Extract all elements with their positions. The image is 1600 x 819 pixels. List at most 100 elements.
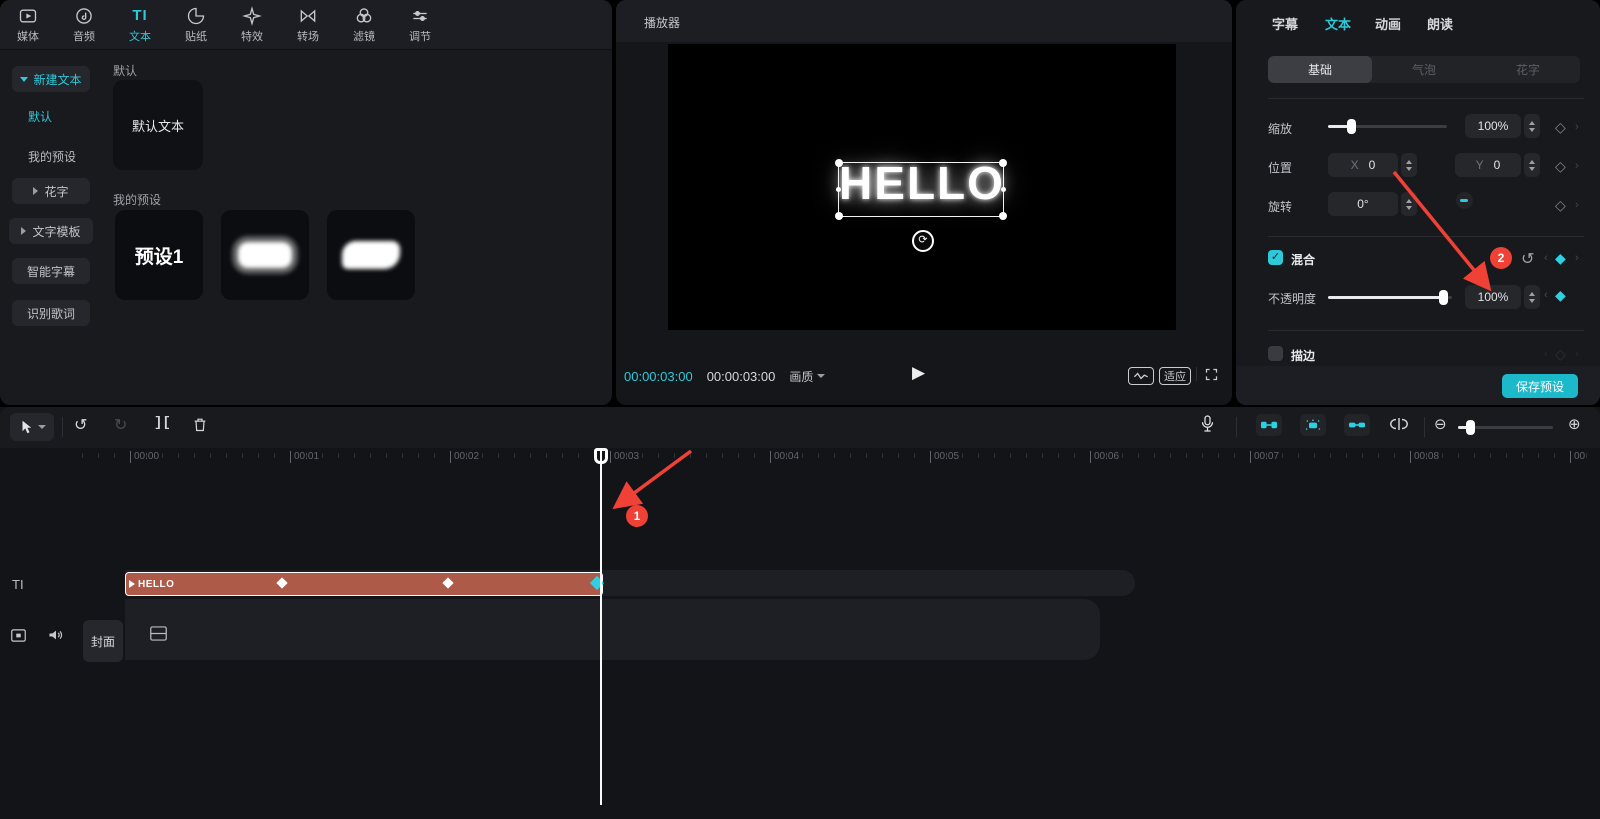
split-icon[interactable]: ][ — [154, 415, 171, 431]
toolbar-sticker[interactable]: 贴纸 — [168, 6, 224, 44]
zoom-out-icon[interactable]: ⊖ — [1434, 415, 1447, 433]
scale-stepper[interactable] — [1524, 114, 1540, 138]
chevron-right-icon — [21, 227, 26, 235]
step-up-icon — [1529, 292, 1535, 296]
fullscreen-icon[interactable] — [1204, 367, 1219, 382]
tab-text[interactable]: 文本 — [1325, 14, 1351, 33]
rotation-keyframe-icon[interactable]: ◇ — [1555, 197, 1566, 214]
undo-icon[interactable]: ↺ — [74, 415, 87, 435]
text-clip-hello[interactable]: HELLO — [125, 572, 603, 596]
scale-value-field[interactable]: 100% — [1465, 114, 1521, 138]
playhead-handle[interactable] — [594, 448, 608, 464]
main-track-magnet-button[interactable] — [1256, 414, 1282, 436]
annotation-badge-2: 2 — [1490, 247, 1512, 269]
player-controls: 00:00:03:00 00:00:03:00 画质 ▶ 适应 — [616, 355, 1232, 397]
default-text-card[interactable]: 默认文本 — [113, 80, 203, 170]
opacity-slider[interactable] — [1328, 296, 1452, 299]
selection-handle[interactable] — [1001, 187, 1006, 192]
zoom-in-icon[interactable]: ⊕ — [1568, 415, 1581, 433]
fit-button[interactable]: 适应 — [1159, 367, 1191, 385]
position-y-stepper[interactable] — [1524, 153, 1540, 177]
preset-card-1[interactable]: 预设1 — [115, 210, 203, 300]
play-button[interactable]: ▶ — [912, 363, 925, 383]
toolbar-audio[interactable]: 音频 — [56, 6, 112, 44]
subtab-control: 基础 气泡 花字 — [1268, 56, 1580, 83]
quality-dropdown[interactable]: 画质 — [789, 368, 825, 385]
slider-thumb[interactable] — [1466, 420, 1475, 435]
position-x-stepper[interactable] — [1401, 153, 1417, 177]
sidebar-item-my-presets[interactable]: 我的预设 — [28, 148, 76, 165]
blend-keyframe-icon[interactable]: ◆ — [1555, 250, 1566, 267]
divider — [62, 417, 63, 437]
toolbar-filter[interactable]: 滤镜 — [336, 6, 392, 44]
tab-subtitle[interactable]: 字幕 — [1272, 14, 1298, 33]
ruler-label: 00 — [1570, 451, 1585, 463]
sidebar-item-recognize-lyrics[interactable]: 识别歌词 — [12, 300, 90, 326]
rotation-value-field[interactable]: 0° — [1328, 192, 1398, 216]
selection-handle[interactable] — [999, 159, 1007, 167]
position-x-field[interactable]: X 0 — [1328, 153, 1398, 177]
preset-card-2[interactable] — [221, 210, 309, 300]
selection-box[interactable] — [838, 162, 1004, 217]
sidebar-item-smart-subtitles[interactable]: 智能字幕 — [12, 258, 90, 284]
track-display-toggle-icon[interactable] — [11, 629, 26, 642]
tab-animation[interactable]: 动画 — [1375, 14, 1401, 33]
microphone-icon[interactable] — [1200, 414, 1215, 433]
slider-thumb[interactable] — [1347, 119, 1356, 134]
rotate-handle-icon[interactable]: ⟳ — [912, 230, 934, 252]
timeline-ruler[interactable]: 00:00 00:01 00:02 00:03 00:04 00:05 00:0… — [0, 448, 1600, 470]
subtab-fancy[interactable]: 花字 — [1476, 56, 1580, 83]
position-y-field[interactable]: Y 0 — [1455, 153, 1521, 177]
toolbar-transition[interactable]: 转场 — [280, 6, 336, 44]
subtab-basic[interactable]: 基础 — [1268, 56, 1372, 83]
slider-thumb[interactable] — [1439, 290, 1448, 305]
scale-slider[interactable] — [1328, 125, 1447, 128]
redo-icon[interactable]: ↻ — [114, 415, 127, 435]
sidebar-item-default[interactable]: 默认 — [28, 108, 52, 125]
blend-checkbox[interactable]: ✓ — [1268, 250, 1283, 265]
mute-track-icon[interactable] — [48, 628, 64, 642]
timeline-zoom-slider[interactable] — [1458, 426, 1553, 429]
stroke-checkbox[interactable] — [1268, 346, 1283, 361]
total-time: 00:00:03:00 — [707, 369, 776, 384]
position-keyframe-icon[interactable]: ◇ — [1555, 158, 1566, 175]
preset-card-3[interactable] — [327, 210, 415, 300]
scale-keyframe-icon[interactable]: ◇ — [1555, 119, 1566, 136]
step-down-icon — [1529, 299, 1535, 303]
opacity-keyframe-icon[interactable]: ◆ — [1555, 287, 1566, 304]
waveform-toggle-icon[interactable] — [1128, 367, 1154, 385]
rotation-stepper[interactable] — [1401, 192, 1417, 216]
sidebar-item-new-text[interactable]: 新建文本 — [12, 66, 90, 92]
toolbar-text[interactable]: TI 文本 — [112, 6, 168, 44]
stroke-keyframe-icon[interactable]: ◇ — [1555, 346, 1566, 363]
main-track-row[interactable] — [125, 599, 1100, 660]
delete-icon[interactable] — [192, 416, 208, 433]
select-tool-button[interactable] — [10, 413, 54, 441]
sidebar-item-text-templates[interactable]: 文字模板 — [9, 218, 93, 244]
auto-snap-button[interactable] — [1300, 414, 1326, 436]
toolbar-effects[interactable]: 特效 — [224, 6, 280, 44]
selection-handle[interactable] — [999, 212, 1007, 220]
opacity-value-field[interactable]: 100% — [1465, 285, 1521, 309]
toolbar-label: 文本 — [129, 28, 151, 44]
link-preview-button[interactable] — [1344, 414, 1370, 436]
divider — [1268, 98, 1584, 99]
toolbar-adjust[interactable]: 调节 — [392, 6, 448, 44]
text-track-type-label: TI — [12, 577, 24, 592]
video-canvas[interactable]: HELLO ⟳ — [668, 44, 1176, 330]
tab-read-aloud[interactable]: 朗读 — [1427, 14, 1453, 33]
playhead-line[interactable] — [600, 448, 602, 805]
selection-handle[interactable] — [835, 159, 843, 167]
preview-axis-icon[interactable] — [1390, 417, 1408, 431]
selection-handle[interactable] — [836, 187, 841, 192]
subtab-bubble[interactable]: 气泡 — [1372, 56, 1476, 83]
cover-button[interactable]: 封面 — [83, 620, 123, 662]
opacity-stepper[interactable] — [1524, 285, 1540, 309]
selection-handle[interactable] — [835, 212, 843, 220]
save-preset-button[interactable]: 保存预设 — [1502, 374, 1578, 398]
rotation-knob[interactable] — [1456, 192, 1473, 209]
reset-icon[interactable]: ↺ — [1521, 249, 1534, 269]
toolbar-media[interactable]: 媒体 — [0, 6, 56, 44]
sidebar-item-fancy-text[interactable]: 花字 — [12, 178, 90, 204]
chevron-down-icon — [38, 425, 46, 429]
